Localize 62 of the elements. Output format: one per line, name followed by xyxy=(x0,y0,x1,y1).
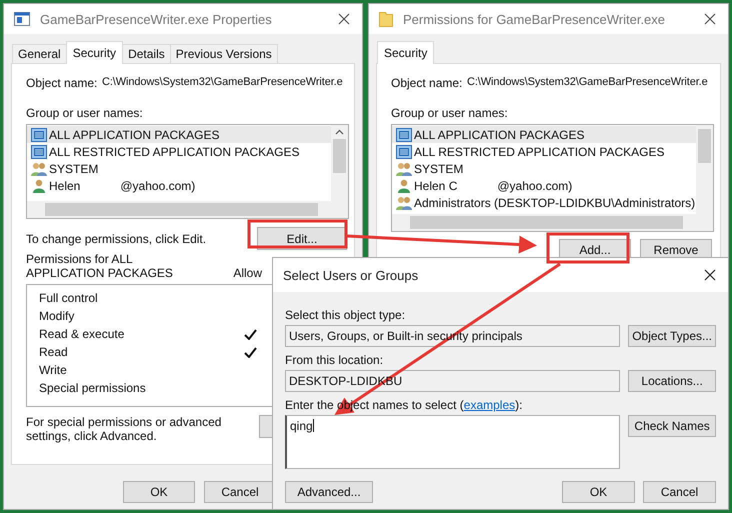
window-title: Permissions for GameBarPresenceWriter.exe xyxy=(403,12,666,26)
user-list-item[interactable]: SYSTEM xyxy=(27,160,331,177)
tab[interactable]: Security xyxy=(66,41,124,64)
user-list-item[interactable]: SYSTEM xyxy=(392,160,696,177)
advanced-hint: For special permissions or advanced settings, click Advanced. xyxy=(26,415,222,443)
window-title: GameBarPresenceWriter.exe Properties xyxy=(40,12,273,26)
advanced-button[interactable]: Advanced... xyxy=(285,481,373,503)
check-names-button[interactable]: Check Names xyxy=(628,415,716,437)
dialog-button[interactable]: Cancel xyxy=(643,481,716,503)
horizontal-scrollbar[interactable] xyxy=(392,214,713,231)
permission-name: Modify xyxy=(39,309,76,323)
package-icon xyxy=(396,128,412,142)
permission-name: Read xyxy=(39,345,69,359)
user-list-item[interactable]: ALL RESTRICTED APPLICATION PACKAGES xyxy=(27,143,331,160)
group-label: Group or user names: xyxy=(26,106,144,120)
users-icon xyxy=(31,162,47,176)
permission-name: Full control xyxy=(39,291,99,305)
group-label: Group or user names: xyxy=(391,106,509,120)
object-name-label: Object name: xyxy=(26,76,98,90)
users-icon xyxy=(396,162,412,176)
users-icon xyxy=(396,196,412,210)
object-name-label: Object name: xyxy=(391,76,464,90)
close-icon[interactable] xyxy=(704,13,716,25)
horizontal-scrollbar[interactable] xyxy=(27,201,348,218)
user-icon xyxy=(396,178,412,192)
allow-header: Allow xyxy=(233,266,262,280)
user-list-item[interactable]: ALL RESTRICTED APPLICATION PACKAGES xyxy=(392,143,696,160)
permission-name: Read & execute xyxy=(39,327,126,341)
dialog-button[interactable]: OK xyxy=(123,481,195,503)
window-title: Select Users or Groups xyxy=(283,268,420,282)
vertical-scrollbar[interactable] xyxy=(696,125,713,214)
permission-name: Write xyxy=(39,363,68,377)
permission-name: Special permissions xyxy=(39,381,147,395)
tab[interactable]: Security xyxy=(377,41,434,64)
object-types-button[interactable]: Object Types... xyxy=(628,325,716,347)
user-list-item[interactable]: Helen C @yahoo.com) xyxy=(392,177,696,194)
object-name: C:\Windows\System32\GameBarPresenceWriter.e xyxy=(467,76,708,90)
close-icon[interactable] xyxy=(338,13,350,25)
examples-link[interactable]: examples xyxy=(464,398,516,412)
package-icon xyxy=(31,128,47,142)
scroll-up-icon[interactable] xyxy=(335,129,344,135)
object-name: C:\Windows\System32\GameBarPresenceWriter.e xyxy=(102,76,343,90)
user-icon xyxy=(31,178,47,192)
object-names-field[interactable]: qing xyxy=(285,415,620,469)
locations-button[interactable]: Locations... xyxy=(628,370,716,392)
vertical-scrollbar[interactable] xyxy=(331,125,348,201)
dialog-button[interactable]: OK xyxy=(562,481,635,503)
tab[interactable]: Previous Versions xyxy=(170,44,278,63)
user-list-item[interactable]: ALL APPLICATION PACKAGES xyxy=(392,126,696,143)
tab[interactable]: General xyxy=(12,44,67,63)
change-hint: To change permissions, click Edit. xyxy=(26,232,206,246)
user-list-item[interactable]: ALL APPLICATION PACKAGES xyxy=(27,126,331,143)
permissions-label: Permissions for ALL APPLICATION PACKAGES xyxy=(26,252,174,280)
object-type-label: Select this object type: xyxy=(285,308,406,322)
package-icon xyxy=(396,144,412,158)
location-label: From this location: xyxy=(285,353,384,367)
window-icon xyxy=(14,12,30,26)
user-list-item[interactable]: Administrators (DESKTOP-LDIDKBU\Administrators) xyxy=(392,194,696,211)
user-list-item[interactable]: Helen @yahoo.com) xyxy=(27,177,331,194)
close-icon[interactable] xyxy=(704,269,716,281)
folder-icon xyxy=(379,11,393,27)
package-icon xyxy=(31,144,47,158)
